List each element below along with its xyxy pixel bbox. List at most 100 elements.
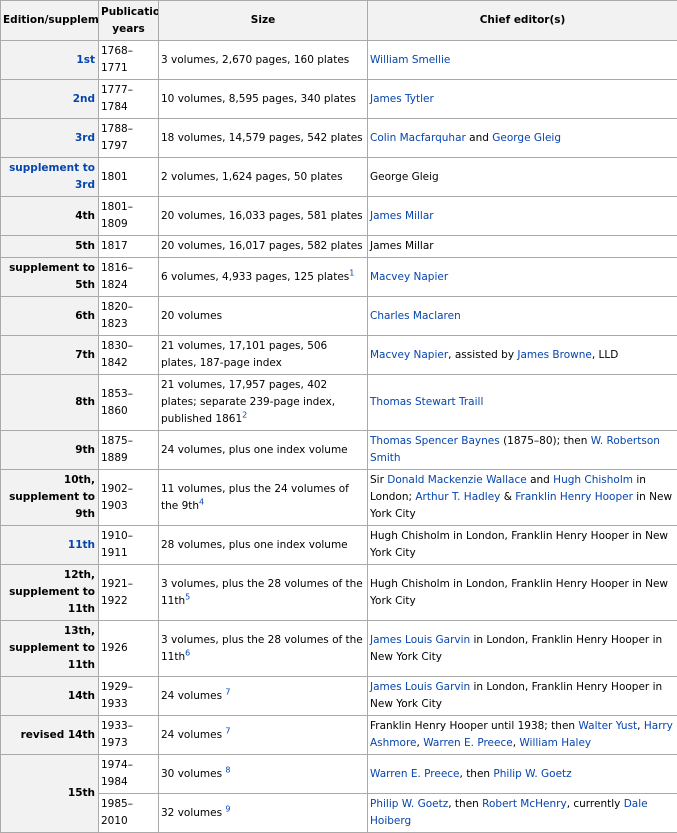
editor-link[interactable]: Macvey Napier	[370, 349, 448, 361]
edition-line1: 13th,	[64, 625, 95, 637]
editor-cell: Franklin Henry Hooper until 1938; then W…	[368, 716, 677, 755]
footnote-ref[interactable]: 7	[225, 726, 230, 735]
size-cell: 21 volumes, 17,957 pages, 402 plates; se…	[159, 375, 368, 431]
editor-text: (1875–80); then	[500, 435, 591, 447]
edition-cell: supplement to 5th	[1, 258, 99, 297]
editor-text: , then	[448, 798, 482, 810]
editor-link[interactable]: Warren E. Preece	[423, 737, 513, 749]
footnote-ref[interactable]: 2	[242, 411, 247, 420]
editor-cell: James Louis Garvin in London, Franklin H…	[368, 621, 677, 677]
table-row: revised 14th 1933–1973 24 volumes 7 Fran…	[1, 716, 677, 755]
editor-text: ,	[637, 720, 644, 732]
editor-link[interactable]: William Haley	[519, 737, 591, 749]
size-cell: 21 volumes, 17,101 pages, 506 plates, 18…	[159, 336, 368, 375]
years-cell: 1926	[99, 621, 159, 677]
edition-link-text[interactable]: 2nd	[73, 93, 95, 105]
editor-link[interactable]: James Browne	[517, 349, 591, 361]
header-size[interactable]: Size	[159, 1, 368, 41]
table-row: 3rd 1788–1797 18 volumes, 14,579 pages, …	[1, 119, 677, 158]
size-cell: 2 volumes, 1,624 pages, 50 plates	[159, 158, 368, 197]
editor-text: and	[527, 474, 553, 486]
footnote-ref[interactable]: 4	[199, 497, 204, 506]
editor-text: , currently	[567, 798, 624, 810]
years-cell: 1921–1922	[99, 565, 159, 621]
edition-link[interactable]: 2nd	[1, 80, 99, 119]
size-cell: 20 volumes, 16,017 pages, 582 plates	[159, 236, 368, 258]
footnote-ref[interactable]: 7	[225, 687, 230, 696]
editor-link[interactable]: James Louis Garvin	[370, 634, 470, 646]
editor-link[interactable]: Hugh Chisholm	[553, 474, 633, 486]
edition-line2: supplement to 9th	[9, 491, 95, 520]
header-editor[interactable]: Chief editor(s)	[368, 1, 677, 41]
editor-text: Sir	[370, 474, 387, 486]
editor-cell: Thomas Spencer Baynes (1875–80); then W.…	[368, 431, 677, 470]
size-cell: 3 volumes, 2,670 pages, 160 plates	[159, 41, 368, 80]
footnote-ref[interactable]: 1	[349, 268, 354, 277]
table-row: 6th 1820–1823 20 volumes Charles Maclare…	[1, 297, 677, 336]
edition-link-text[interactable]: 3rd	[75, 132, 95, 144]
table-row: 11th 1910–1911 28 volumes, plus one inde…	[1, 526, 677, 565]
edition-link-text[interactable]: 1st	[76, 54, 95, 66]
size-text: 32 volumes	[161, 807, 225, 819]
header-years-line1: Publication	[101, 6, 159, 18]
editor-link[interactable]: Arthur T. Hadley	[415, 491, 500, 503]
editor-link[interactable]: Thomas Stewart Traill	[370, 396, 483, 408]
editor-link[interactable]: Franklin Henry Hooper	[515, 491, 633, 503]
editor-text: &	[500, 491, 515, 503]
editor-link[interactable]: Walter Yust	[578, 720, 637, 732]
footnote-ref[interactable]: 9	[225, 804, 230, 813]
editor-link[interactable]: Macvey Napier	[370, 271, 448, 283]
table-row: 9th 1875–1889 24 volumes, plus one index…	[1, 431, 677, 470]
years-cell: 1830–1842	[99, 336, 159, 375]
edition-link-text[interactable]: supplement to 3rd	[9, 162, 95, 191]
editor-link[interactable]: Philip W. Goetz	[493, 768, 571, 780]
editor-link[interactable]: Charles Maclaren	[370, 310, 461, 322]
header-years[interactable]: Publicationyears	[99, 1, 159, 41]
editor-link[interactable]: Philip W. Goetz	[370, 798, 448, 810]
editor-text: and	[466, 132, 492, 144]
years-cell: 1816–1824	[99, 258, 159, 297]
editor-link[interactable]: James Millar	[370, 210, 434, 222]
table-row: 2nd 1777–1784 10 volumes, 8,595 pages, 3…	[1, 80, 677, 119]
edition-cell: 8th	[1, 375, 99, 431]
editor-link[interactable]: Thomas Spencer Baynes	[370, 435, 500, 447]
size-cell: 3 volumes, plus the 28 volumes of the 11…	[159, 565, 368, 621]
editor-link[interactable]: Donald Mackenzie Wallace	[387, 474, 526, 486]
years-cell: 1933–1973	[99, 716, 159, 755]
years-cell: 1985–2010	[99, 794, 159, 833]
editor-cell: James Louis Garvin in London, Franklin H…	[368, 677, 677, 716]
editor-link[interactable]: George Gleig	[492, 132, 561, 144]
years-cell: 1929–1933	[99, 677, 159, 716]
edition-link[interactable]: 1st	[1, 41, 99, 80]
footnote-ref[interactable]: 8	[225, 765, 230, 774]
footnote-ref[interactable]: 5	[185, 592, 190, 601]
editor-link[interactable]: Colin Macfarquhar	[370, 132, 466, 144]
edition-cell: 4th	[1, 197, 99, 236]
edition-link[interactable]: 3rd	[1, 119, 99, 158]
edition-link[interactable]: 11th	[1, 526, 99, 565]
edition-cell: 12th,supplement to 11th	[1, 565, 99, 621]
edition-cell: 13th, supplement to 11th	[1, 621, 99, 677]
editor-cell: Colin Macfarquhar and George Gleig	[368, 119, 677, 158]
editor-link[interactable]: James Tytler	[370, 93, 434, 105]
edition-cell: 10th,supplement to 9th	[1, 470, 99, 526]
edition-link-text[interactable]: 11th	[68, 539, 95, 551]
editor-cell: George Gleig	[368, 158, 677, 197]
header-row: Edition/supplement Publicationyears Size…	[1, 1, 677, 41]
editor-cell: Macvey Napier	[368, 258, 677, 297]
table-row: 13th,supplement to 11th 1926 3 volumes, …	[1, 621, 677, 677]
edition-cell: 6th	[1, 297, 99, 336]
editor-link[interactable]: Warren E. Preece	[370, 768, 460, 780]
size-text: 24 volumes	[161, 729, 225, 741]
table-row: supplement to 5th 1816–1824 6 volumes, 4…	[1, 258, 677, 297]
edition-line2: supplement to 11th	[9, 642, 95, 671]
table-row: 8th 1853–1860 21 volumes, 17,957 pages, …	[1, 375, 677, 431]
editor-link[interactable]: James Louis Garvin	[370, 681, 470, 693]
editor-link[interactable]: Robert McHenry	[482, 798, 567, 810]
header-edition[interactable]: Edition/supplement	[1, 1, 99, 41]
size-text: 11 volumes, plus the 24 volumes of the 9…	[161, 483, 349, 512]
editor-link[interactable]: William Smellie	[370, 54, 450, 66]
years-cell: 1853–1860	[99, 375, 159, 431]
edition-link[interactable]: supplement to 3rd	[1, 158, 99, 197]
size-cell: 18 volumes, 14,579 pages, 542 plates	[159, 119, 368, 158]
